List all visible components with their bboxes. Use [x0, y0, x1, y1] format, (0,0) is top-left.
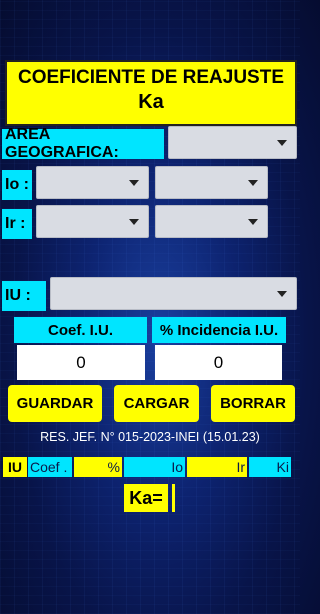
chevron-down-icon — [248, 179, 258, 186]
coef-iu-header: Coef. I.U. — [14, 317, 147, 343]
page-title: COEFICIENTE DE REAJUSTE Ka — [5, 60, 297, 126]
area-dropdown[interactable] — [168, 126, 297, 159]
ka-value-field — [172, 484, 175, 512]
io-dropdown-2[interactable] — [155, 166, 268, 199]
ir-dropdown-2[interactable] — [155, 205, 268, 238]
title-line-2: Ka — [138, 91, 164, 113]
resolution-text: RES. JEF. N° 015-2023-INEI (15.01.23) — [40, 430, 260, 444]
incidencia-iu-header: % Incidencia I.U. — [152, 317, 286, 343]
iu-label: IU : — [2, 281, 46, 311]
result-ki-cell: Ki — [249, 457, 291, 477]
chevron-down-icon — [129, 179, 139, 186]
result-pct-cell: % — [74, 457, 122, 477]
iu-dropdown[interactable] — [50, 277, 297, 310]
result-iu-label: IU — [3, 457, 27, 477]
result-ir-cell: Ir — [187, 457, 247, 477]
io-label: Io : — [2, 170, 32, 200]
ka-label: Ka= — [124, 484, 168, 512]
incidencia-iu-input[interactable]: 0 — [155, 345, 282, 380]
ir-dropdown-1[interactable] — [36, 205, 149, 238]
ir-label: Ir : — [2, 209, 32, 239]
chevron-down-icon — [129, 218, 139, 225]
cargar-button[interactable]: CARGAR — [114, 385, 199, 422]
chevron-down-icon — [277, 139, 287, 146]
borrar-button[interactable]: BORRAR — [211, 385, 295, 422]
result-io-cell: Io — [124, 457, 185, 477]
area-label: AREA GEOGRAFICA: — [2, 126, 164, 161]
title-line-1: COEFICIENTE DE REAJUSTE — [17, 67, 285, 88]
guardar-button[interactable]: GUARDAR — [8, 385, 102, 422]
io-dropdown-1[interactable] — [36, 166, 149, 199]
chevron-down-icon — [248, 218, 258, 225]
result-coef-cell: Coef . — [28, 457, 72, 477]
coef-iu-input[interactable]: 0 — [17, 345, 145, 380]
chevron-down-icon — [277, 290, 287, 297]
